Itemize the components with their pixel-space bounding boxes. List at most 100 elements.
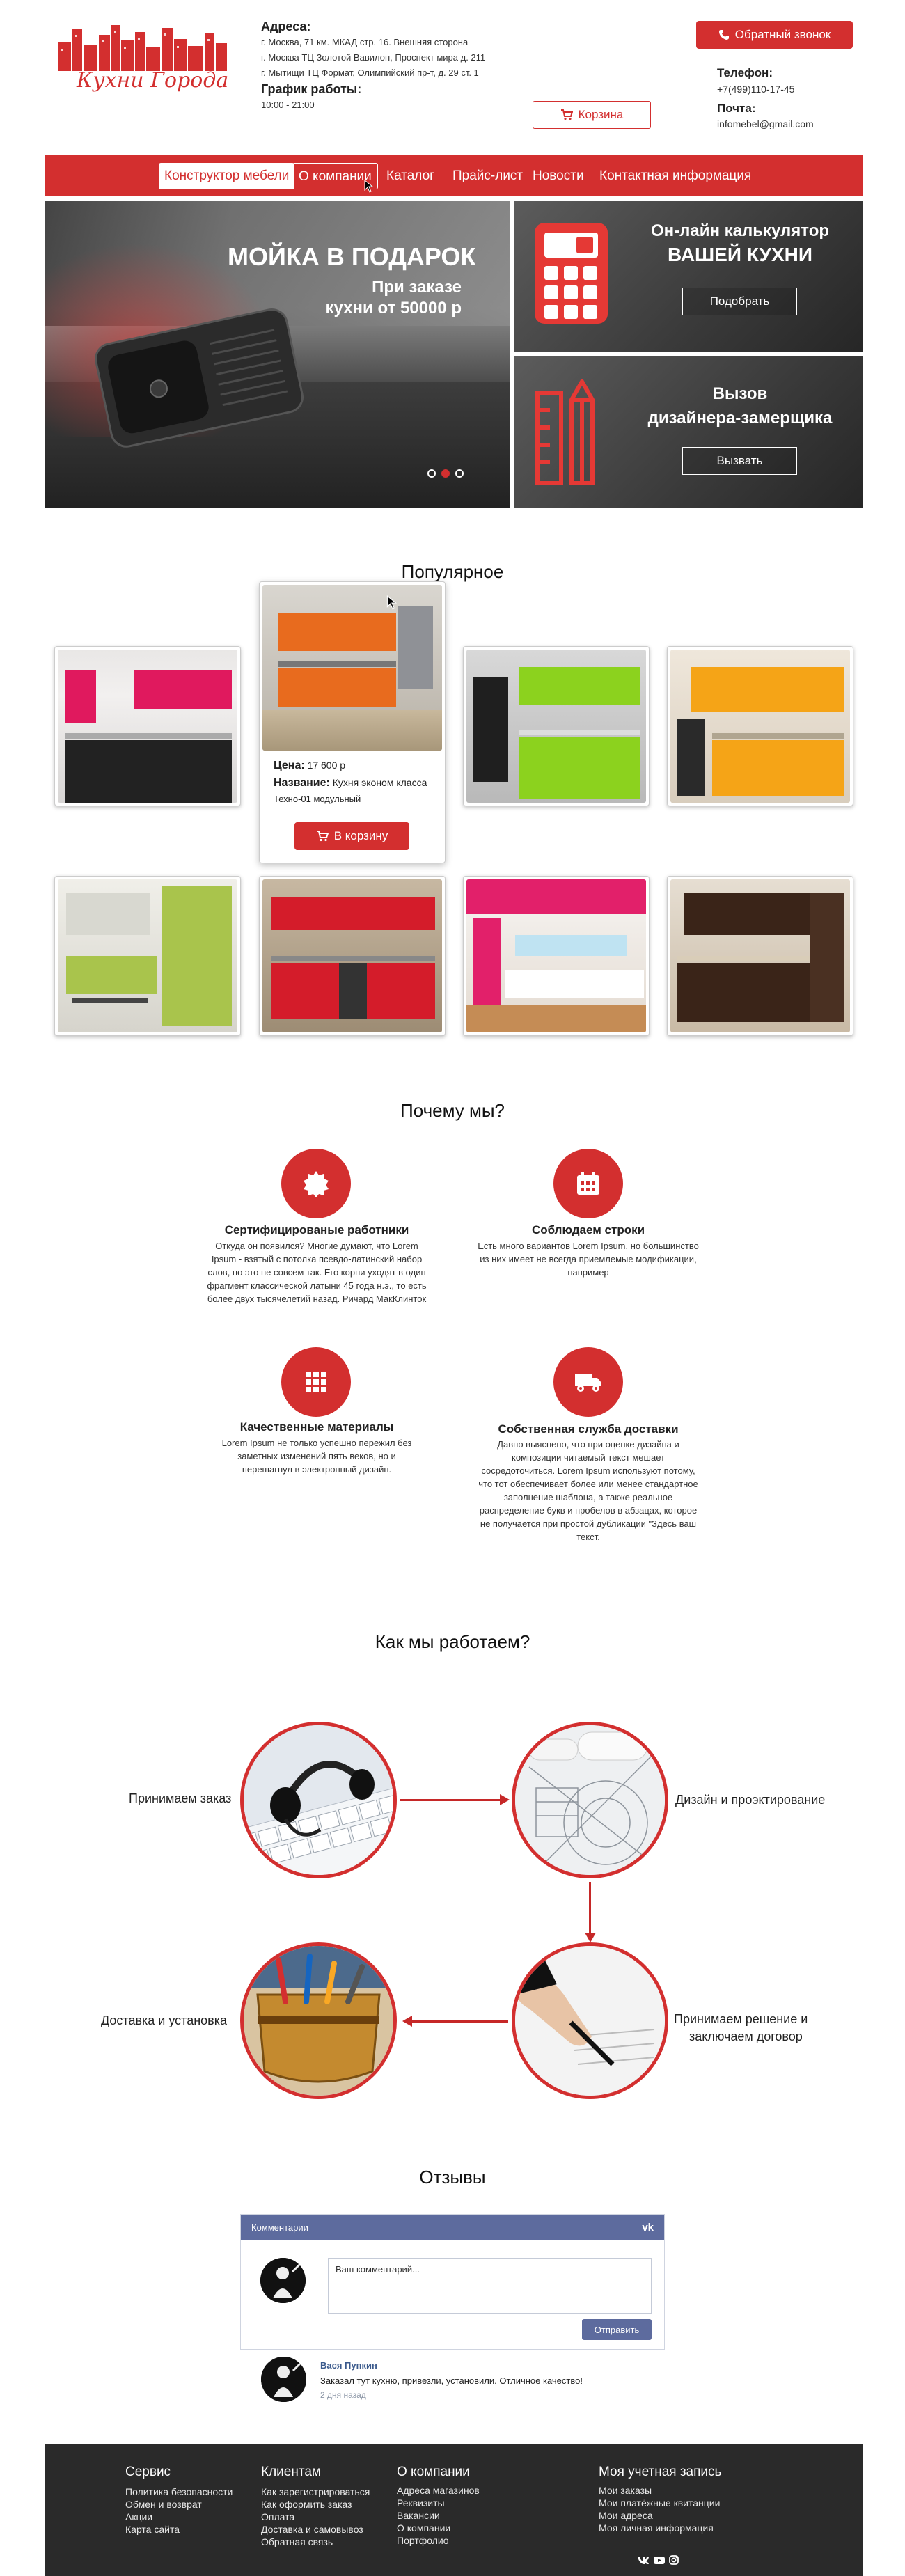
product-item[interactable] [667,876,853,1036]
calculator-button[interactable]: Подобрать [682,288,797,315]
arrow-left-icon [402,2016,412,2027]
product-item[interactable] [54,876,241,1036]
footer-column-title: Клиентам [261,2465,321,2479]
product-image [670,879,850,1032]
vk-icon[interactable]: vk [642,2222,654,2233]
add-to-cart-button[interactable]: В корзину [294,822,409,850]
product-item[interactable] [54,646,241,806]
send-comment-button[interactable]: Отправить [582,2319,652,2340]
name-row: Название: Кухня эконом класса [274,777,427,790]
address-line: г. Москва ТЦ Золотой Вавилон, Проспект м… [261,52,486,63]
nav-item-news[interactable]: Новости [527,163,590,189]
product-image [670,650,850,803]
address-line: г. Москва, 71 км. МКАД стр. 16. Внешняя … [261,37,469,47]
youtube-icon[interactable] [654,2555,665,2565]
social-links [637,2555,679,2565]
footer-column-title: О компании [397,2465,470,2479]
callback-label: Обратный звонок [734,28,831,41]
why-item-title: Собственная служба доставки [498,1422,679,1436]
footer-link[interactable]: Мои адреса [599,2509,653,2522]
footer-link[interactable]: Как зарегистрироваться [261,2485,370,2498]
schedule-title: График работы: [261,82,362,96]
footer-link[interactable]: Акции [125,2511,152,2523]
phone-value[interactable]: +7(499)110-17-45 [717,84,794,95]
arrow-down-icon [585,1933,596,1942]
vk-widget-title: Комментарии [251,2222,308,2233]
footer-link[interactable]: Обратная связь [261,2536,333,2548]
designer-title-2: дизайнера-замерщика [647,409,833,427]
add-to-cart-label: В корзину [333,829,388,842]
cart-label: Корзина [578,108,624,121]
cart-button[interactable]: Корзина [533,101,651,129]
footer-link[interactable]: Обмен и возврат [125,2498,202,2511]
product-image [58,879,237,1032]
step-label: Принимаем решение и [674,2012,808,2026]
blueprint-image [512,1722,668,1878]
why-item-title: Качественные материалы [239,1420,394,1434]
product-card-hover[interactable]: Цена: 17 600 р Название: Кухня эконом кл… [259,581,446,863]
slider-dot[interactable] [455,469,464,478]
grid-materials-icon [281,1347,351,1417]
slider-dot[interactable] [427,469,436,478]
why-title: Почему мы? [400,1100,505,1121]
vk-icon[interactable] [637,2556,650,2564]
step-label: Доставка и установка [101,2013,228,2027]
comment-input[interactable]: Ваш комментарий... [328,2258,652,2314]
name-value: Кухня эконом класса [332,777,427,788]
footer-link[interactable]: Оплата [261,2511,294,2523]
designer-banner[interactable]: Вызов дизайнера-замерщика Вызвать [514,356,863,508]
instagram-icon[interactable] [669,2555,679,2565]
footer-link[interactable]: Мои заказы [599,2484,652,2497]
tool-belt-image [240,1942,397,2099]
why-item-title: Сертифицированые работники [224,1223,409,1236]
cart-icon [316,831,329,842]
footer-link[interactable]: Реквизиты [397,2497,445,2509]
footer-link[interactable]: Карта сайта [125,2523,180,2536]
popular-title: Популярное [401,561,504,582]
designer-button[interactable]: Вызвать [682,447,797,475]
hero-subtitle-2: кухни от 50000 р [325,299,462,317]
nav-item-catalog[interactable]: Каталог [381,163,440,189]
hero-slider[interactable]: МОЙКА В ПОДАРОК При заказе кухни от 5000… [45,201,510,508]
cart-icon [560,109,573,120]
footer-link[interactable]: Мои платёжные квитанции [599,2497,720,2509]
nav-item-constructor[interactable]: Конструктор мебели [159,163,295,189]
footer-link[interactable]: О компании [397,2522,450,2534]
flow-arrow [411,2020,508,2023]
product-item[interactable] [463,646,650,806]
vk-comments-widget: Комментарии vk Ваш комментарий... Отправ… [240,2214,665,2350]
product-image [262,879,442,1032]
why-item-text: Lorem Ipsum не только успешно пережил бе… [221,1438,412,1475]
product-item[interactable] [667,646,853,806]
comment-author[interactable]: Вася Пупкин [320,2360,377,2371]
arrow-right-icon [500,1794,510,1805]
reviews-title: Отзывы [419,2167,486,2188]
why-item-text: Откуда он появился? Многие думают, что L… [207,1241,427,1304]
product-item[interactable] [259,876,446,1036]
nav-item-pricelist[interactable]: Прайс-лист [447,163,528,189]
flow-arrow [400,1799,503,1801]
calculator-banner[interactable]: Он-лайн калькулятор ВАШЕЙ КУХНИ Подобрат… [514,201,863,352]
footer-link[interactable]: Вакансии [397,2509,440,2522]
phone-icon [718,30,729,40]
avatar[interactable] [261,2357,306,2402]
product-image [466,879,646,1032]
footer-link[interactable]: Адреса магазинов [397,2484,480,2497]
nav-item-contacts[interactable]: Контактная информация [594,163,757,189]
footer-link[interactable]: Как оформить заказ [261,2498,352,2511]
slider-dot-active[interactable] [441,469,450,478]
pencil-ruler-icon [533,377,603,490]
why-item-text: Давно выяснено, что при оценке дизайна и… [478,1439,698,1542]
step-label: Дизайн и проэктирование [675,1793,826,1807]
step-label: Принимаем заказ [129,1791,232,1805]
logo-text: Кухни Города [77,68,229,93]
product-item[interactable] [463,876,650,1036]
callback-button[interactable]: Обратный звонок [696,21,853,49]
footer-link[interactable]: Политика безопасности [125,2485,233,2498]
name-label: Название: [274,777,330,789]
footer-link[interactable]: Портфолио [397,2534,449,2547]
footer-link[interactable]: Моя личная информация [599,2522,714,2534]
footer-link[interactable]: Доставка и самовывоз [261,2523,363,2536]
email-value[interactable]: infomebel@gmail.com [717,118,814,129]
logo[interactable]: Кухни Города [56,19,230,96]
